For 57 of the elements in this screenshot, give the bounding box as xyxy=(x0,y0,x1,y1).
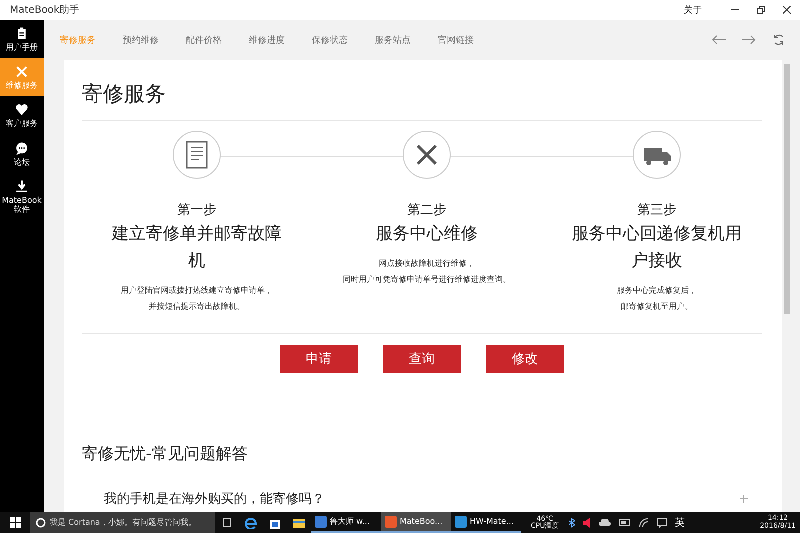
scrollbar-thumb[interactable] xyxy=(784,64,790,314)
restore-icon[interactable] xyxy=(757,6,765,14)
step-title: 服务中心回递修复机用户接收 xyxy=(571,223,743,273)
heart-icon xyxy=(15,103,29,118)
step-number: 第二步 xyxy=(408,202,446,219)
action-button[interactable]: 查询 xyxy=(383,345,461,373)
step-description: 用户登陆官网或拨打热线建立寄修申请单， xyxy=(121,285,273,297)
sidebar-item[interactable]: MateBook 软件 xyxy=(0,172,44,220)
wifi-icon[interactable] xyxy=(639,518,650,527)
taskbar-app[interactable]: MateBoo... xyxy=(381,512,451,533)
faq-question: 我的手机是在海外购买的，能寄修吗？ xyxy=(104,491,325,508)
circle-icon xyxy=(36,518,46,528)
task-view-icon[interactable] xyxy=(221,518,233,527)
nav-tab[interactable]: 保修状态 xyxy=(312,32,348,48)
step-description: 服务中心完成修复后， xyxy=(617,285,697,297)
folder-icon[interactable] xyxy=(293,518,305,528)
nav-tab[interactable]: 配件价格 xyxy=(186,32,222,48)
step-description: 同时用户可凭寄修申请单号进行维修进度查询。 xyxy=(343,274,511,286)
windows-icon[interactable] xyxy=(10,517,20,528)
refresh-icon[interactable] xyxy=(773,34,785,46)
sidebar-item[interactable]: 用户手册 xyxy=(0,20,44,58)
taskbar-app[interactable]: HW-Mate... xyxy=(451,512,521,533)
faq-heading: 寄修无忧-常见问题解答 xyxy=(82,444,249,465)
about-link[interactable]: 关于 xyxy=(684,4,702,16)
action-button[interactable]: 修改 xyxy=(486,345,564,373)
search-field[interactable]: 我是 Cortana，小娜。有问题尽管问我。 xyxy=(30,512,215,533)
step-number: 第一步 xyxy=(178,202,216,219)
nav-tab[interactable]: 官网链接 xyxy=(438,32,474,48)
nav-tab[interactable]: 预约维修 xyxy=(123,32,159,48)
cloud-icon[interactable] xyxy=(599,519,612,526)
nav-tab[interactable]: 服务站点 xyxy=(375,32,411,48)
step-title: 服务中心维修 xyxy=(375,223,479,246)
battery-icon[interactable] xyxy=(619,519,632,526)
step-number: 第三步 xyxy=(638,202,676,219)
message-icon[interactable] xyxy=(657,518,668,528)
step-description: 并按短信提示寄出故障机。 xyxy=(149,301,245,313)
download-icon xyxy=(15,180,29,194)
page-heading: 寄修服务 xyxy=(82,81,167,108)
back-icon[interactable] xyxy=(712,35,726,45)
manual-icon xyxy=(15,27,29,41)
step-description: 网点接收故障机进行维修， xyxy=(379,258,475,270)
close-icon[interactable] xyxy=(783,6,791,14)
nav-tab[interactable]: 维修进度 xyxy=(249,32,285,48)
bluetooth-icon[interactable] xyxy=(569,518,576,528)
action-button[interactable]: 申请 xyxy=(280,345,358,373)
chat-icon xyxy=(15,142,29,156)
browser-icon[interactable] xyxy=(245,516,257,528)
window-title: MateBook助手 xyxy=(9,4,81,17)
input-language[interactable]: 英 xyxy=(675,516,686,530)
document-icon xyxy=(173,131,221,179)
step-title: 建立寄修单并邮寄故障机 xyxy=(110,223,283,273)
sidebar-item[interactable]: 论坛 xyxy=(0,134,44,173)
speaker-icon[interactable] xyxy=(583,518,592,528)
forward-icon[interactable] xyxy=(742,35,756,45)
sidebar-item[interactable]: 客户服务 xyxy=(0,96,44,135)
step-description: 邮寄修复机至用户。 xyxy=(621,301,693,313)
truck-icon xyxy=(633,131,681,179)
